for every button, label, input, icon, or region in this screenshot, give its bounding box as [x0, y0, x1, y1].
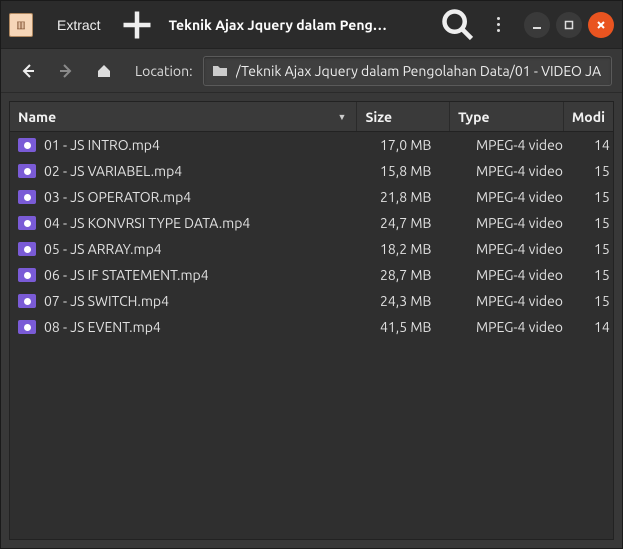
file-size: 41,5 MB: [372, 319, 468, 335]
home-icon: [96, 63, 112, 79]
file-modified: 15 Ap: [586, 215, 613, 231]
file-type: MPEG-4 video: [468, 267, 586, 283]
file-name-cell: 07 - JS SWITCH.mp4: [10, 293, 372, 309]
video-file-icon: [18, 242, 36, 256]
file-modified: 14 Ap: [586, 137, 613, 153]
minimize-button[interactable]: [524, 12, 550, 38]
file-name: 01 - JS INTRO.mp4: [44, 137, 160, 153]
file-row[interactable]: 07 - JS SWITCH.mp4 24,3 MBMPEG-4 video15 …: [10, 288, 613, 314]
file-size: 24,7 MB: [372, 215, 468, 231]
video-file-icon: [18, 216, 36, 230]
file-name-cell: 03 - JS OPERATOR.mp4: [10, 189, 372, 205]
file-name: 02 - JS VARIABEL.mp4: [44, 163, 182, 179]
column-headers: Name ▼ Size Type Modi: [10, 102, 613, 132]
file-type: MPEG-4 video: [468, 319, 586, 335]
archive-app-icon: ▥: [9, 13, 33, 37]
window-controls: [524, 12, 614, 38]
column-header-modified[interactable]: Modi: [564, 102, 613, 131]
column-header-name[interactable]: Name ▼: [10, 102, 357, 131]
file-modified: 15 Ap: [586, 293, 613, 309]
file-name: 04 - JS KONVRSI TYPE DATA.mp4: [44, 215, 250, 231]
file-name: 06 - JS IF STATEMENT.mp4: [44, 267, 209, 283]
video-file-icon: [18, 138, 36, 152]
maximize-icon: [563, 19, 575, 31]
video-file-icon: [18, 190, 36, 204]
column-header-name-label: Name: [18, 109, 56, 125]
file-name-cell: 08 - JS EVENT.mp4: [10, 319, 372, 335]
search-button[interactable]: [440, 8, 476, 42]
location-label: Location:: [135, 63, 193, 79]
location-path: /Teknik Ajax Jquery dalam Pengolahan Dat…: [236, 63, 602, 79]
file-modified: 15 Ap: [586, 267, 613, 283]
file-name-cell: 05 - JS ARRAY.mp4: [10, 241, 372, 257]
file-row[interactable]: 03 - JS OPERATOR.mp4 21,8 MBMPEG-4 video1…: [10, 184, 613, 210]
folder-icon: [212, 63, 228, 79]
file-type: MPEG-4 video: [468, 241, 586, 257]
file-name-cell: 04 - JS KONVRSI TYPE DATA.mp4: [10, 215, 372, 231]
file-row[interactable]: 02 - JS VARIABEL.mp4 15,8 MBMPEG-4 video1…: [10, 158, 613, 184]
file-name: 08 - JS EVENT.mp4: [44, 319, 161, 335]
file-name-cell: 02 - JS VARIABEL.mp4: [10, 163, 372, 179]
file-row[interactable]: 06 - JS IF STATEMENT.mp4 28,7 MBMPEG-4 vi…: [10, 262, 613, 288]
location-field[interactable]: /Teknik Ajax Jquery dalam Pengolahan Dat…: [203, 56, 612, 86]
file-name: 05 - JS ARRAY.mp4: [44, 241, 162, 257]
file-type: MPEG-4 video: [468, 137, 586, 153]
archive-manager-window: ▥ Extract Teknik Ajax Jquery dalam Peng…: [0, 0, 623, 549]
extract-button[interactable]: Extract: [43, 8, 115, 42]
file-row[interactable]: 08 - JS EVENT.mp4 41,5 MBMPEG-4 video14 A…: [10, 314, 613, 340]
column-header-type[interactable]: Type: [450, 102, 564, 131]
window-title: Teknik Ajax Jquery dalam Peng…: [159, 17, 436, 33]
video-file-icon: [18, 164, 36, 178]
file-name: 03 - JS OPERATOR.mp4: [44, 189, 191, 205]
plus-icon: [119, 7, 155, 43]
file-type: MPEG-4 video: [468, 189, 586, 205]
maximize-button[interactable]: [556, 12, 582, 38]
file-size: 28,7 MB: [372, 267, 468, 283]
close-icon: [595, 19, 607, 31]
file-row[interactable]: 05 - JS ARRAY.mp4 18,2 MBMPEG-4 video15 A…: [10, 236, 613, 262]
sort-descending-icon: ▼: [338, 112, 347, 122]
close-button[interactable]: [588, 12, 614, 38]
kebab-icon: [497, 17, 500, 32]
file-modified: 15 Ap: [586, 189, 613, 205]
add-files-button[interactable]: [119, 8, 155, 42]
video-file-icon: [18, 320, 36, 334]
file-size: 18,2 MB: [372, 241, 468, 257]
file-list-panel: Name ▼ Size Type Modi 01 - JS INTRO.mp4 1…: [9, 101, 614, 540]
file-size: 17,0 MB: [372, 137, 468, 153]
video-file-icon: [18, 294, 36, 308]
file-modified: 15 Ap: [586, 241, 613, 257]
file-name-cell: 06 - JS IF STATEMENT.mp4: [10, 267, 372, 283]
file-type: MPEG-4 video: [468, 293, 586, 309]
titlebar: ▥ Extract Teknik Ajax Jquery dalam Peng…: [1, 1, 622, 49]
forward-button[interactable]: [49, 56, 83, 86]
file-type: MPEG-4 video: [468, 163, 586, 179]
menu-button[interactable]: [480, 8, 516, 42]
file-row[interactable]: 04 - JS KONVRSI TYPE DATA.mp4 24,7 MBMPEG…: [10, 210, 613, 236]
file-row[interactable]: 01 - JS INTRO.mp4 17,0 MBMPEG-4 video14 A…: [10, 132, 613, 158]
navigation-toolbar: Location: /Teknik Ajax Jquery dalam Peng…: [1, 49, 622, 93]
file-name: 07 - JS SWITCH.mp4: [44, 293, 169, 309]
file-modified: 14 Ap: [586, 319, 613, 335]
file-size: 15,8 MB: [372, 163, 468, 179]
arrow-left-icon: [20, 63, 36, 79]
search-icon: [440, 7, 476, 43]
column-header-size[interactable]: Size: [357, 102, 450, 131]
back-button[interactable]: [11, 56, 45, 86]
file-size: 21,8 MB: [372, 189, 468, 205]
file-size: 24,3 MB: [372, 293, 468, 309]
minimize-icon: [531, 19, 543, 31]
arrow-right-icon: [58, 63, 74, 79]
file-rows: 01 - JS INTRO.mp417,0 MBMPEG-4 video14 A…: [10, 132, 613, 539]
home-button[interactable]: [87, 56, 121, 86]
video-file-icon: [18, 268, 36, 282]
file-name-cell: 01 - JS INTRO.mp4: [10, 137, 372, 153]
file-modified: 15 Ap: [586, 163, 613, 179]
file-type: MPEG-4 video: [468, 215, 586, 231]
